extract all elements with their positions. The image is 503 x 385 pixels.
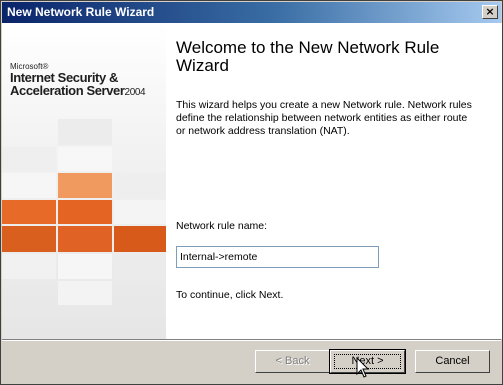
decor-tile (58, 200, 112, 224)
brand-line-2: Acceleration Server2004 (10, 83, 146, 98)
footer-separator (2, 339, 501, 341)
decor-tile (114, 254, 166, 279)
continue-instruction: To continue, click Next. (176, 289, 284, 301)
decor-tile (114, 173, 166, 198)
title-bar[interactable]: New Network Rule Wizard × (2, 2, 501, 23)
rule-name-input[interactable] (176, 246, 379, 268)
decor-tile (114, 200, 166, 224)
window-title: New Network Rule Wizard (7, 5, 155, 19)
page-title: Welcome to the New Network Rule Wizard (176, 38, 440, 75)
decor-tile (2, 173, 56, 198)
decor-tile (58, 226, 112, 252)
cancel-button[interactable]: Cancel (415, 350, 490, 373)
brand-year: 2004 (124, 87, 146, 98)
wizard-sidebar-banner: Microsoft® Internet Security & Accelerat… (2, 23, 166, 339)
close-icon: × (485, 5, 495, 18)
decor-tile (58, 147, 112, 171)
back-button[interactable]: < Back (255, 350, 330, 373)
product-logo: Microsoft® Internet Security & Accelerat… (10, 62, 146, 99)
decor-tile (58, 173, 112, 198)
wizard-window: New Network Rule Wizard × Microsoft® Int… (0, 0, 503, 385)
wizard-content: Welcome to the New Network Rule Wizard T… (166, 23, 502, 339)
decor-tile (2, 200, 56, 224)
rule-name-label: Network rule name: (176, 220, 268, 232)
decor-tile (2, 226, 56, 252)
wizard-description: This wizard helps you create a new Netwo… (176, 99, 472, 137)
decor-tile (58, 281, 112, 305)
decor-tile (58, 119, 112, 145)
decor-tile (58, 254, 112, 279)
close-button[interactable]: × (482, 5, 498, 19)
decor-tile (114, 226, 166, 252)
decor-tile (2, 254, 56, 279)
mouse-cursor-icon (356, 357, 370, 378)
decor-tile (2, 147, 56, 171)
